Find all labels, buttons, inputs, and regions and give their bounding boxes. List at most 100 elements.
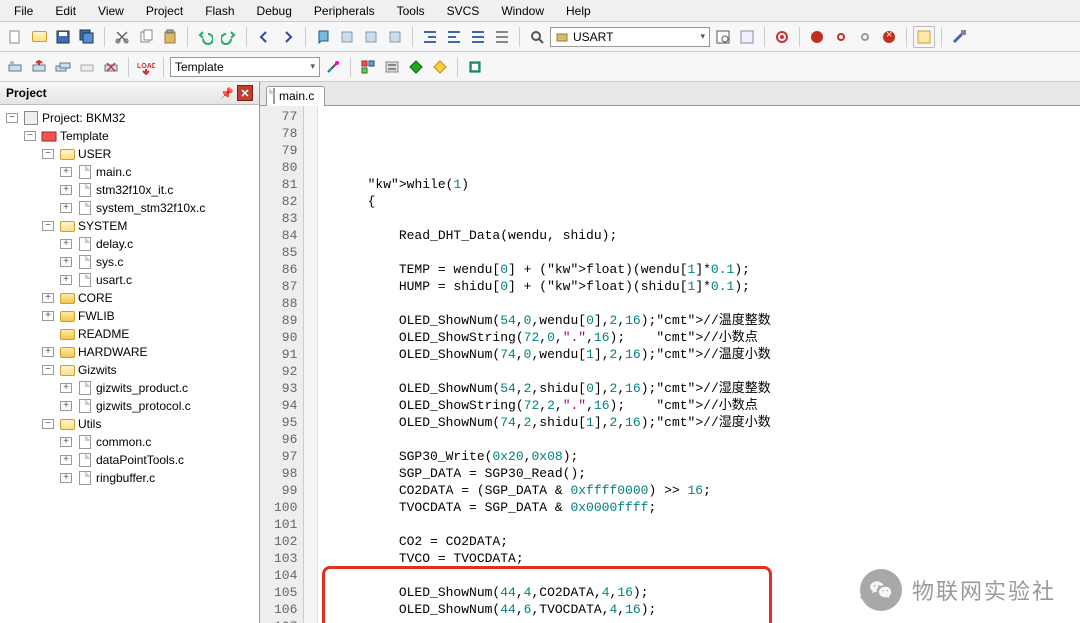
find-icon[interactable] [526, 26, 548, 48]
peripheral-combo[interactable]: USART ▾ [550, 27, 710, 47]
bookmark-clear-icon[interactable] [384, 26, 406, 48]
nav-back-icon[interactable] [253, 26, 275, 48]
save-all-icon[interactable] [76, 26, 98, 48]
target-options-icon[interactable] [322, 56, 344, 78]
project-tree[interactable]: −Project: BKM32 −Template −USER +main.c … [0, 105, 259, 623]
fold-column[interactable] [304, 106, 318, 623]
project-pane-title: Project [6, 86, 47, 100]
nav-forward-icon[interactable] [277, 26, 299, 48]
window-layout-icon[interactable] [913, 26, 935, 48]
incremental-find-icon[interactable] [736, 26, 758, 48]
build-icon[interactable] [28, 56, 50, 78]
menu-flash[interactable]: Flash [195, 2, 244, 20]
find-in-files-icon[interactable] [712, 26, 734, 48]
svg-text:LOAD: LOAD [137, 63, 155, 70]
tree-group-gizwits[interactable]: −Gizwits [2, 361, 257, 379]
cut-icon[interactable] [111, 26, 133, 48]
close-icon[interactable]: ✕ [237, 85, 253, 101]
watermark-text: 物联网实验社 [912, 574, 1056, 606]
line-gutter: 7778798081828384858687888990919293949596… [260, 106, 304, 623]
menu-bar: File Edit View Project Flash Debug Perip… [0, 0, 1080, 22]
configure-icon[interactable] [948, 26, 970, 48]
tree-group-utils[interactable]: −Utils [2, 415, 257, 433]
peripheral-combo-label: USART [573, 30, 613, 44]
menu-view[interactable]: View [88, 2, 134, 20]
unindent-icon[interactable] [443, 26, 465, 48]
pin-icon[interactable]: 📌 [219, 85, 235, 101]
indent-icon[interactable] [419, 26, 441, 48]
paste-icon[interactable] [159, 26, 181, 48]
wechat-icon [860, 569, 902, 611]
project-pane-title-bar: Project 📌 ✕ [0, 82, 259, 105]
tree-file-gizprot[interactable]: +gizwits_protocol.c [2, 397, 257, 415]
project-pane: Project 📌 ✕ −Project: BKM32 −Template −U… [0, 82, 260, 623]
target-combo[interactable]: Template ▾ [170, 57, 320, 77]
menu-debug[interactable]: Debug [247, 2, 302, 20]
workspace: Project 📌 ✕ −Project: BKM32 −Template −U… [0, 82, 1080, 623]
tree-file-delay[interactable]: +delay.c [2, 235, 257, 253]
uncomment-icon[interactable] [491, 26, 513, 48]
tree-group-hardware[interactable]: +HARDWARE [2, 343, 257, 361]
menu-tools[interactable]: Tools [387, 2, 435, 20]
target-combo-label: Template [175, 60, 224, 74]
menu-edit[interactable]: Edit [45, 2, 86, 20]
code-content[interactable]: "kw">while(1) { Read_DHT_Data(wendu, shi… [318, 106, 1080, 623]
tree-group-system[interactable]: −SYSTEM [2, 217, 257, 235]
watermark: 物联网实验社 [860, 569, 1056, 611]
tree-file-systemstm[interactable]: +system_stm32f10x.c [2, 199, 257, 217]
menu-svcs[interactable]: SVCS [437, 2, 490, 20]
save-icon[interactable] [52, 26, 74, 48]
editor-tab-strip: main.c [260, 82, 1080, 106]
select-packs-icon[interactable] [381, 56, 403, 78]
tree-group-fwlib[interactable]: +FWLIB [2, 307, 257, 325]
manage-project-icon[interactable] [357, 56, 379, 78]
tree-file-main[interactable]: +main.c [2, 163, 257, 181]
breakpoint-disable-icon[interactable] [854, 26, 876, 48]
batch-build-icon[interactable] [76, 56, 98, 78]
tree-file-dptools[interactable]: +dataPointTools.c [2, 451, 257, 469]
books-icon[interactable] [464, 56, 486, 78]
tree-file-sys[interactable]: +sys.c [2, 253, 257, 271]
editor-tab-label: main.c [279, 89, 314, 103]
tree-group-readme[interactable]: README [2, 325, 257, 343]
new-file-icon[interactable] [4, 26, 26, 48]
menu-project[interactable]: Project [136, 2, 193, 20]
copy-icon[interactable] [135, 26, 157, 48]
tree-file-stm32it[interactable]: +stm32f10x_it.c [2, 181, 257, 199]
bookmark-next-icon[interactable] [360, 26, 382, 48]
manage-rte-icon[interactable] [405, 56, 427, 78]
editor-area: main.c 777879808182838485868788899091929… [260, 82, 1080, 623]
breakpoint-insert-icon[interactable] [806, 26, 828, 48]
menu-window[interactable]: Window [491, 2, 554, 20]
bookmark-flag-icon[interactable] [312, 26, 334, 48]
bookmark-prev-icon[interactable] [336, 26, 358, 48]
undo-icon[interactable] [194, 26, 216, 48]
toolbar-main: USART ▾ × [0, 22, 1080, 52]
toolbar-build: LOAD Template ▾ [0, 52, 1080, 82]
tree-target-template[interactable]: −Template [2, 127, 257, 145]
redo-icon[interactable] [218, 26, 240, 48]
tree-file-gizprod[interactable]: +gizwits_product.c [2, 379, 257, 397]
debug-start-icon[interactable] [771, 26, 793, 48]
tree-project-root[interactable]: −Project: BKM32 [2, 109, 257, 127]
tree-file-ringbuf[interactable]: +ringbuffer.c [2, 469, 257, 487]
stop-build-icon[interactable] [100, 56, 122, 78]
file-icon [273, 89, 275, 103]
pack-installer-icon[interactable] [429, 56, 451, 78]
translate-icon[interactable] [4, 56, 26, 78]
tree-file-usart[interactable]: +usart.c [2, 271, 257, 289]
tree-group-core[interactable]: +CORE [2, 289, 257, 307]
editor-tab-main[interactable]: main.c [266, 86, 325, 106]
comment-icon[interactable] [467, 26, 489, 48]
breakpoint-kill-icon[interactable]: × [878, 26, 900, 48]
code-editor[interactable]: 7778798081828384858687888990919293949596… [260, 106, 1080, 623]
menu-help[interactable]: Help [556, 2, 601, 20]
open-file-icon[interactable] [28, 26, 50, 48]
tree-group-user[interactable]: −USER [2, 145, 257, 163]
menu-file[interactable]: File [4, 2, 43, 20]
tree-file-common[interactable]: +common.c [2, 433, 257, 451]
rebuild-icon[interactable] [52, 56, 74, 78]
download-icon[interactable]: LOAD [135, 56, 157, 78]
menu-peripherals[interactable]: Peripherals [304, 2, 385, 20]
breakpoint-enable-icon[interactable] [830, 26, 852, 48]
